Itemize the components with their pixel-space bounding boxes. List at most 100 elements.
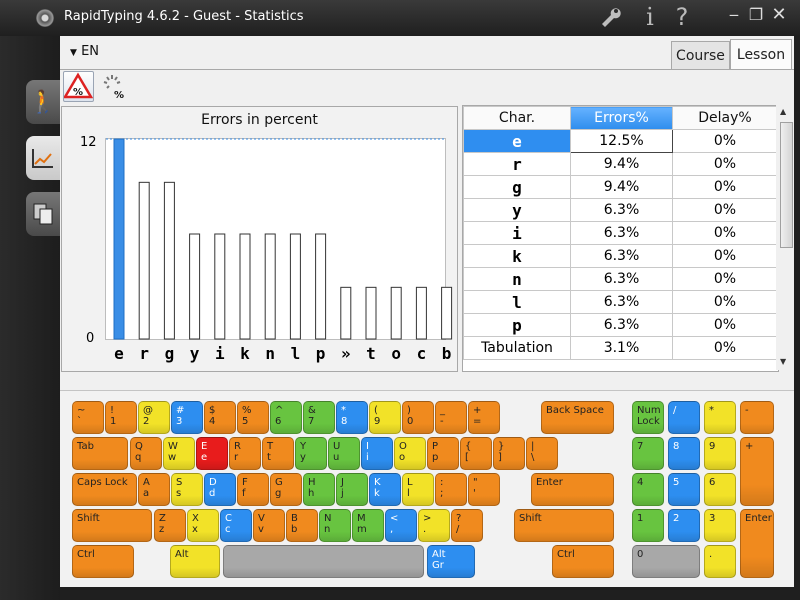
delay-cell[interactable]: 0% xyxy=(672,336,778,360)
key--[interactable]: * 8 xyxy=(336,401,368,434)
key-o[interactable]: Oo xyxy=(394,437,426,470)
table-row[interactable]: g 9.4% 0% xyxy=(463,175,778,199)
key-3[interactable]: 3 xyxy=(704,509,736,542)
delay-cell[interactable]: 0% xyxy=(672,221,778,245)
char-cell[interactable]: g xyxy=(463,175,571,199)
key-p[interactable]: Pp xyxy=(427,437,459,470)
key-alt[interactable]: Alt xyxy=(170,545,220,578)
key-caps-lock[interactable]: Caps Lock xyxy=(72,473,137,506)
key--[interactable]: _ - xyxy=(435,401,467,434)
key-2[interactable]: 2 xyxy=(668,509,700,542)
key--[interactable]: | \ xyxy=(526,437,558,470)
key-i[interactable]: Ii xyxy=(361,437,393,470)
key-shift[interactable]: Shift xyxy=(514,509,614,542)
key-a[interactable]: Aa xyxy=(138,473,170,506)
table-row[interactable]: l 6.3% 0% xyxy=(463,290,778,314)
char-cell[interactable]: n xyxy=(463,267,571,291)
errors-cell[interactable]: 3.1% xyxy=(570,336,673,360)
key-8[interactable]: 8 xyxy=(668,437,700,470)
key-n[interactable]: Nn xyxy=(319,509,351,542)
key-spacebar[interactable] xyxy=(223,545,424,578)
key--[interactable]: % 5 xyxy=(237,401,269,434)
key-e[interactable]: Ee xyxy=(196,437,228,470)
key-u[interactable]: Uu xyxy=(328,437,360,470)
key-d[interactable]: Dd xyxy=(204,473,236,506)
key--[interactable]: #3 xyxy=(171,401,203,434)
key-tab[interactable]: Tab xyxy=(72,437,128,470)
key-enter[interactable]: Enter xyxy=(531,473,614,506)
errors-cell[interactable]: 6.3% xyxy=(570,267,673,291)
key-y[interactable]: Yy xyxy=(295,437,327,470)
key-c[interactable]: Cc xyxy=(220,509,252,542)
char-cell[interactable]: k xyxy=(463,244,571,268)
key-x[interactable]: Xx xyxy=(187,509,219,542)
key-f[interactable]: Ff xyxy=(237,473,269,506)
info-icon[interactable]: i xyxy=(636,3,664,31)
table-row[interactable]: y 6.3% 0% xyxy=(463,198,778,222)
sidebar-item-statistics[interactable] xyxy=(26,136,60,180)
key-ctrl[interactable]: Ctrl xyxy=(72,545,134,578)
delay-cell[interactable]: 0% xyxy=(672,129,778,153)
errors-cell[interactable]: 9.4% xyxy=(570,152,673,176)
key-6[interactable]: 6 xyxy=(704,473,736,506)
key--[interactable]: ! 1 xyxy=(105,401,137,434)
char-cell[interactable]: p xyxy=(463,313,571,337)
key-k[interactable]: Kk xyxy=(369,473,401,506)
table-row[interactable]: i 6.3% 0% xyxy=(463,221,778,245)
key--[interactable]: - xyxy=(740,401,774,434)
errors-cell[interactable]: 6.3% xyxy=(570,221,673,245)
key-g[interactable]: Gg xyxy=(270,473,302,506)
char-cell[interactable]: Tabulation xyxy=(463,336,571,360)
errors-cell[interactable]: 6.3% xyxy=(570,313,673,337)
delay-cell[interactable]: 0% xyxy=(672,267,778,291)
table-row[interactable]: n 6.3% 0% xyxy=(463,267,778,291)
key--[interactable]: & 7 xyxy=(303,401,335,434)
key-shift[interactable]: Shift xyxy=(72,509,152,542)
errors-cell[interactable]: 6.3% xyxy=(570,244,673,268)
key--[interactable]: :; xyxy=(435,473,467,506)
errors-cell[interactable]: 6.3% xyxy=(570,290,673,314)
delay-cell[interactable]: 0% xyxy=(672,290,778,314)
delay-cell[interactable]: 0% xyxy=(672,152,778,176)
key-s[interactable]: Ss xyxy=(171,473,203,506)
char-cell[interactable]: i xyxy=(463,221,571,245)
errors-cell[interactable]: 9.4% xyxy=(570,175,673,199)
delay-cell[interactable]: 0% xyxy=(672,175,778,199)
key-num[interactable]: Num Lock xyxy=(632,401,664,434)
char-cell[interactable]: y xyxy=(463,198,571,222)
char-cell[interactable]: l xyxy=(463,290,571,314)
key-l[interactable]: Ll xyxy=(402,473,434,506)
key-h[interactable]: Hh xyxy=(303,473,335,506)
key--[interactable]: ^ 6 xyxy=(270,401,302,434)
table-row[interactable]: Tabulation 3.1% 0% xyxy=(463,336,778,360)
table-row[interactable]: e 12.5% 0% xyxy=(463,129,778,153)
key-r[interactable]: Rr xyxy=(229,437,261,470)
key--[interactable]: (9 xyxy=(369,401,401,434)
key--[interactable]: + xyxy=(740,437,774,506)
tab-course[interactable]: Course xyxy=(671,41,730,70)
key--[interactable]: }] xyxy=(493,437,525,470)
delay-view-button[interactable]: % xyxy=(100,72,130,101)
language-selector[interactable]: ▼ EN xyxy=(70,44,99,59)
restore-icon[interactable]: ❐ xyxy=(746,5,766,25)
key--[interactable]: " ' xyxy=(468,473,500,506)
key-7[interactable]: 7 xyxy=(632,437,664,470)
key-m[interactable]: Mm xyxy=(352,509,384,542)
key--[interactable]: ~ ` xyxy=(72,401,104,434)
key-1[interactable]: 1 xyxy=(632,509,664,542)
key-j[interactable]: Jj xyxy=(336,473,368,506)
key-ctrl[interactable]: Ctrl xyxy=(552,545,614,578)
errors-cell[interactable]: 6.3% xyxy=(570,198,673,222)
key--[interactable]: >. xyxy=(418,509,450,542)
char-cell[interactable]: r xyxy=(463,152,571,176)
scroll-up-icon[interactable]: ▲ xyxy=(780,107,786,116)
key--[interactable]: ? / xyxy=(451,509,483,542)
column-header-char[interactable]: Char. xyxy=(463,106,571,130)
char-cell[interactable]: e xyxy=(463,129,571,153)
key-0[interactable]: 0 xyxy=(632,545,700,578)
minimize-icon[interactable]: ‒ xyxy=(724,5,744,25)
key--[interactable]: * xyxy=(704,401,736,434)
key--[interactable]: + = xyxy=(468,401,500,434)
key-v[interactable]: Vv xyxy=(253,509,285,542)
close-icon[interactable]: ✕ xyxy=(769,5,789,25)
